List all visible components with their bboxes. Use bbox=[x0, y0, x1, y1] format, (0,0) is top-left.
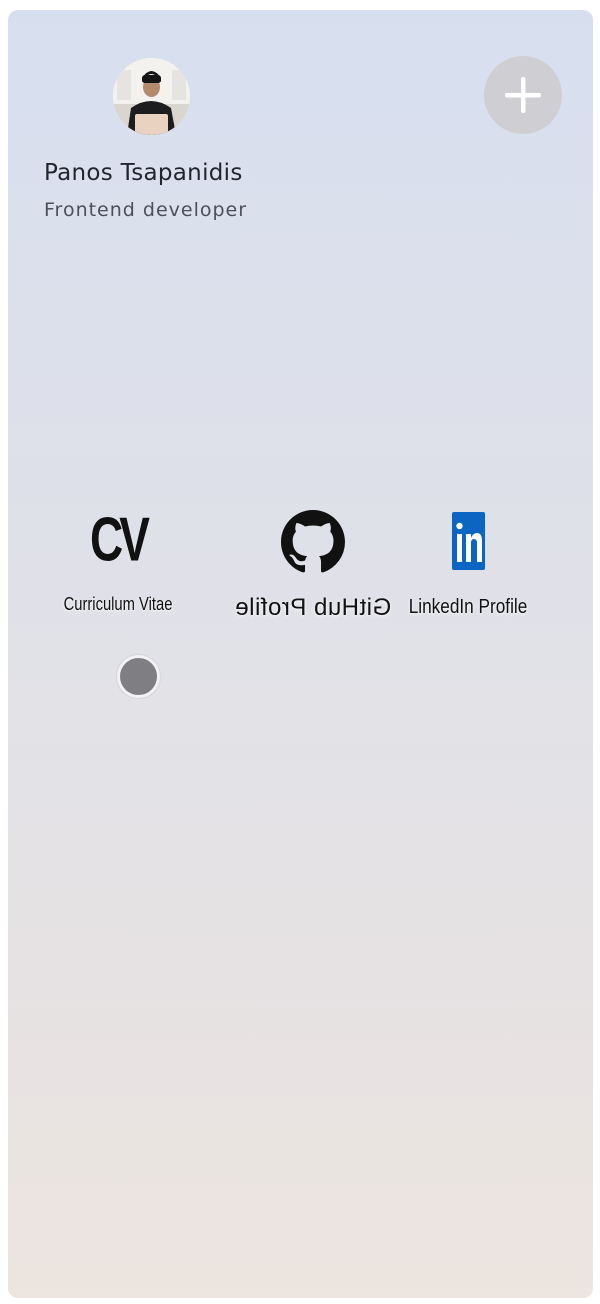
profile-card: Panos Tsapanidis Frontend developer CV C… bbox=[8, 10, 593, 1298]
github-label: GitHub Profile bbox=[234, 594, 392, 621]
linkedin-label: LinkedIn Profile bbox=[408, 596, 528, 618]
cv-logo: CV bbox=[90, 503, 150, 575]
cv-link[interactable]: CV Curriculum Vitae bbox=[64, 503, 173, 633]
linkedin-link[interactable]: LinkedIn Profile bbox=[408, 512, 528, 637]
avatar-photo bbox=[113, 58, 190, 135]
github-link[interactable]: GitHub Profile bbox=[223, 510, 403, 635]
plus-icon bbox=[505, 77, 541, 113]
cv-label: Curriculum Vitae bbox=[63, 594, 173, 614]
drag-handle[interactable] bbox=[117, 655, 160, 698]
add-button[interactable] bbox=[484, 56, 562, 134]
linkedin-icon bbox=[452, 512, 485, 570]
avatar bbox=[113, 58, 190, 135]
profile-name: Panos Tsapanidis bbox=[44, 160, 243, 186]
github-icon bbox=[281, 510, 345, 573]
profile-role: Frontend developer bbox=[44, 199, 248, 221]
